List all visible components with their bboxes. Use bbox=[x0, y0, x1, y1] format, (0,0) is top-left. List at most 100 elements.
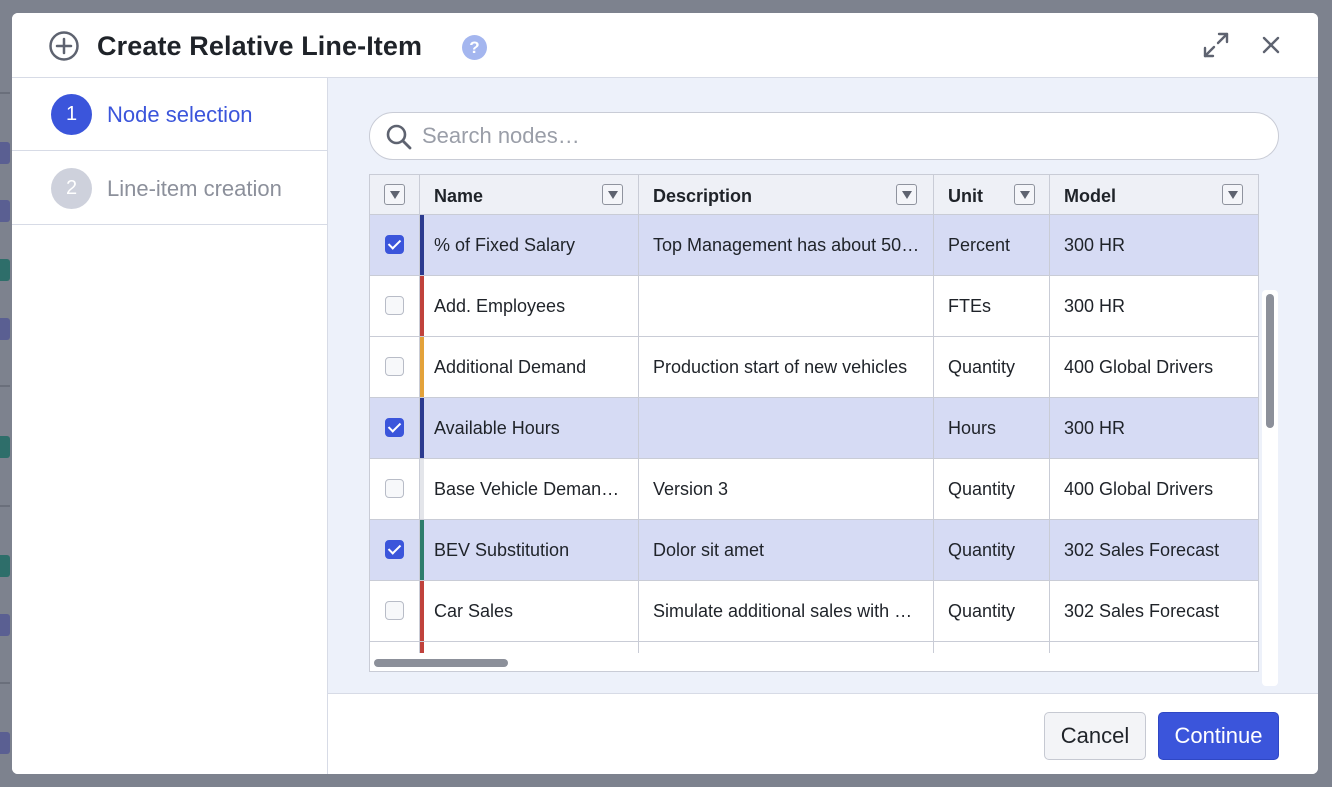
step-node-selection[interactable]: 1 Node selection bbox=[12, 78, 327, 151]
help-icon[interactable]: ? bbox=[462, 35, 487, 60]
table-header: Name Description Unit Model bbox=[370, 175, 1258, 215]
table-row[interactable]: Add. Employees FTEs 300 HR bbox=[370, 276, 1258, 337]
nodes-table: Name Description Unit Model % of Fixed S… bbox=[369, 174, 1259, 672]
column-header-description[interactable]: Description bbox=[639, 175, 934, 215]
cancel-button[interactable]: Cancel bbox=[1044, 712, 1146, 760]
background-tab bbox=[0, 614, 10, 636]
table-row[interactable]: Car Sales Simulate additional sales with … bbox=[370, 581, 1258, 642]
close-icon[interactable] bbox=[1259, 33, 1283, 57]
table-row[interactable]: Additional Demand Production start of new… bbox=[370, 337, 1258, 398]
cell-model: 302 Sales Forecast bbox=[1050, 581, 1258, 641]
cell-text: Quantity bbox=[948, 357, 1016, 377]
cell-text: Hours bbox=[948, 418, 997, 438]
cell-text: FTEs bbox=[948, 296, 991, 316]
cell-unit: Quantity bbox=[934, 520, 1050, 580]
background-tab bbox=[0, 259, 10, 281]
cell-text: Quantity bbox=[948, 479, 1016, 499]
row-select-cell bbox=[370, 276, 420, 336]
background-tab bbox=[0, 200, 10, 222]
cell-text: 302 Sales Forecast bbox=[1064, 540, 1220, 560]
row-checkbox[interactable] bbox=[385, 601, 404, 620]
cell-description bbox=[639, 398, 934, 458]
table-row[interactable]: % of Fixed Salary Top Management has abou… bbox=[370, 215, 1258, 276]
cell-unit: FTEs bbox=[934, 276, 1050, 336]
step-line-item-creation[interactable]: 2 Line-item creation bbox=[12, 152, 327, 225]
cell-text: Additional Demand bbox=[434, 357, 587, 377]
filter-dropdown-icon[interactable] bbox=[896, 184, 917, 205]
horizontal-scrollbar[interactable] bbox=[370, 653, 1258, 671]
cell-text: Car Sales bbox=[434, 601, 514, 621]
row-select-cell bbox=[370, 520, 420, 580]
cell-text: Quantity bbox=[948, 540, 1016, 560]
cell-text: 300 HR bbox=[1064, 235, 1126, 255]
filter-dropdown-icon[interactable] bbox=[1222, 184, 1243, 205]
cell-text: Base Vehicle Demand… bbox=[434, 479, 629, 499]
row-checkbox[interactable] bbox=[385, 235, 404, 254]
filter-dropdown-icon[interactable] bbox=[1014, 184, 1035, 205]
background-tab bbox=[0, 732, 10, 754]
cell-text: 302 Sales Forecast bbox=[1064, 601, 1220, 621]
cell-text: BEV Substitution bbox=[434, 540, 570, 560]
row-checkbox[interactable] bbox=[385, 540, 404, 559]
row-select-cell bbox=[370, 215, 420, 275]
column-header-name[interactable]: Name bbox=[420, 175, 639, 215]
table-row[interactable]: BEV Substitution Dolor sit amet Quantity 30… bbox=[370, 520, 1258, 581]
add-circle-icon bbox=[49, 31, 79, 61]
cell-text: Percent bbox=[948, 235, 1011, 255]
background-divider bbox=[0, 385, 10, 387]
filter-dropdown-icon[interactable] bbox=[602, 184, 623, 205]
cell-unit: Percent bbox=[934, 215, 1050, 275]
cell-text: Production start of new vehicles bbox=[653, 357, 908, 377]
cell-text: Simulate additional sales with … bbox=[653, 601, 913, 621]
row-checkbox[interactable] bbox=[385, 418, 404, 437]
background-tab bbox=[0, 142, 10, 164]
continue-button[interactable]: Continue bbox=[1158, 712, 1279, 760]
background-divider bbox=[0, 505, 10, 507]
cell-description: Version 3 bbox=[639, 459, 934, 519]
node-selection-panel: Name Description Unit Model % of Fixed S… bbox=[328, 78, 1318, 693]
filter-dropdown-icon[interactable] bbox=[384, 184, 405, 205]
create-relative-line-item-dialog: Create Relative Line-Item ? 1 Node selec… bbox=[12, 13, 1318, 774]
column-header-unit[interactable]: Unit bbox=[934, 175, 1050, 215]
cell-text: Add. Employees bbox=[434, 296, 566, 316]
background-tab bbox=[0, 318, 10, 340]
expand-icon[interactable] bbox=[1202, 31, 1230, 59]
column-header-label: Name bbox=[434, 186, 484, 206]
select-column-header bbox=[370, 175, 420, 215]
cell-text: Available Hours bbox=[434, 418, 560, 438]
cell-text: Dolor sit amet bbox=[653, 540, 765, 560]
cell-name: % of Fixed Salary bbox=[420, 215, 639, 275]
cell-text: 400 Global Drivers bbox=[1064, 479, 1214, 499]
cell-unit: Quantity bbox=[934, 581, 1050, 641]
row-select-cell bbox=[370, 581, 420, 641]
cell-model: 400 Global Drivers bbox=[1050, 459, 1258, 519]
search-input[interactable] bbox=[422, 121, 1262, 151]
row-select-cell bbox=[370, 459, 420, 519]
cell-unit: Quantity bbox=[934, 459, 1050, 519]
table-row[interactable]: Base Vehicle Demand… Version 3 Quantity 400… bbox=[370, 459, 1258, 520]
cell-unit: Hours bbox=[934, 398, 1050, 458]
vertical-scroll-thumb[interactable] bbox=[1266, 294, 1274, 428]
background-divider bbox=[0, 92, 10, 94]
vertical-scrollbar[interactable] bbox=[1262, 290, 1278, 686]
row-select-cell bbox=[370, 398, 420, 458]
cell-description bbox=[639, 276, 934, 336]
row-checkbox[interactable] bbox=[385, 479, 404, 498]
column-header-label: Model bbox=[1064, 186, 1116, 206]
background-divider bbox=[0, 682, 10, 684]
step-number: 2 bbox=[51, 168, 92, 209]
cell-text: Version 3 bbox=[653, 479, 729, 499]
column-header-model[interactable]: Model bbox=[1050, 175, 1258, 215]
row-checkbox[interactable] bbox=[385, 296, 404, 315]
step-label: Line-item creation bbox=[107, 176, 282, 201]
table-row[interactable]: Available Hours Hours 300 HR bbox=[370, 398, 1258, 459]
cell-name: BEV Substitution bbox=[420, 520, 639, 580]
cell-model: 400 Global Drivers bbox=[1050, 337, 1258, 397]
row-checkbox[interactable] bbox=[385, 357, 404, 376]
horizontal-scroll-thumb[interactable] bbox=[374, 659, 508, 667]
cell-text: Quantity bbox=[948, 601, 1016, 621]
row-select-cell bbox=[370, 337, 420, 397]
dialog-header: Create Relative Line-Item ? bbox=[12, 13, 1318, 78]
cell-model: 300 HR bbox=[1050, 276, 1258, 336]
cell-description: Dolor sit amet bbox=[639, 520, 934, 580]
